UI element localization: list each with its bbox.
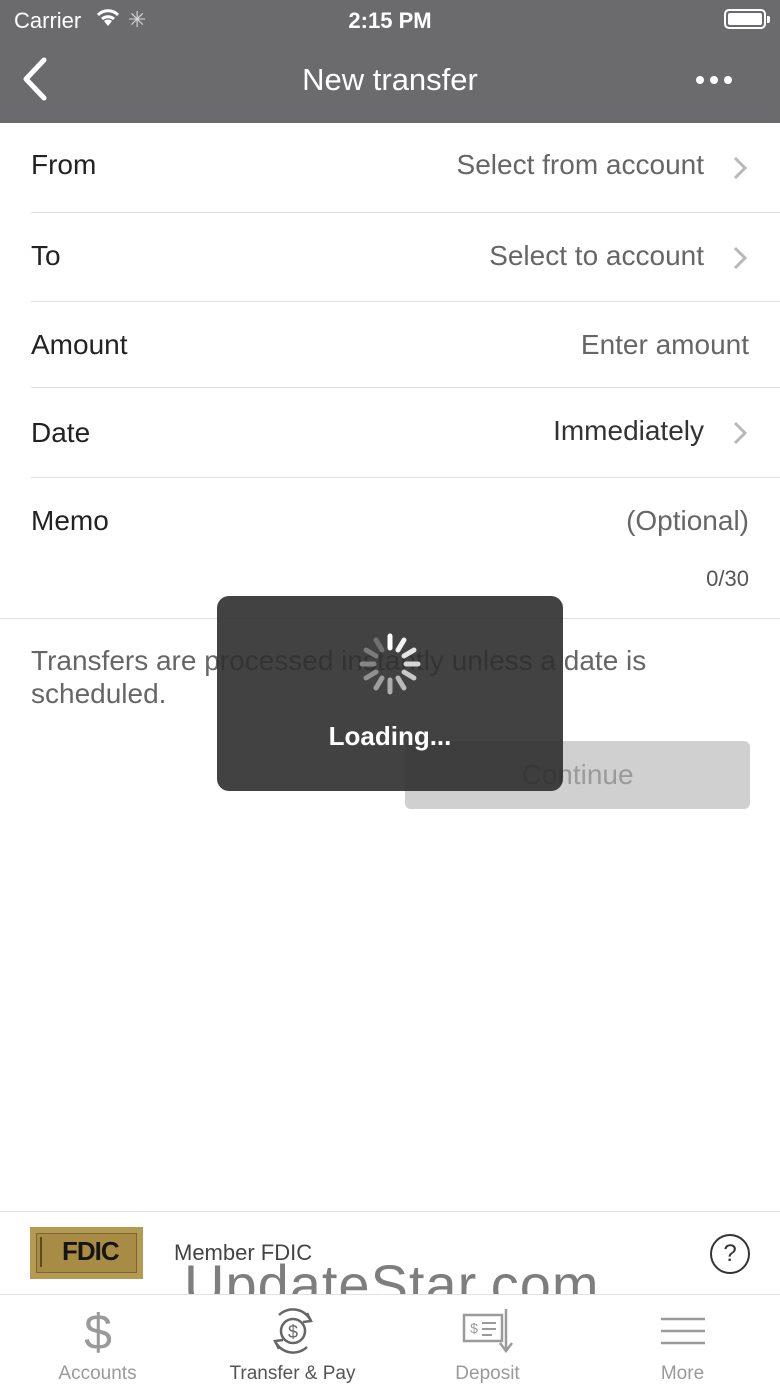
- loading-label: Loading...: [328, 721, 452, 751]
- help-icon[interactable]: ?: [710, 1234, 750, 1274]
- from-account-row[interactable]: From Select from account: [31, 123, 780, 213]
- battery-icon: [724, 9, 770, 29]
- tab-accounts[interactable]: $ Accounts: [0, 1295, 195, 1387]
- fdic-logo: FDIC: [30, 1227, 143, 1279]
- transfer-pay-icon: $: [272, 1308, 313, 1354]
- date-label: Date: [31, 417, 91, 448]
- dollar-icon: $: [84, 1305, 112, 1357]
- tab-transfer-pay[interactable]: $ Transfer & Pay: [195, 1295, 390, 1387]
- nav-bar: New transfer: [0, 40, 780, 123]
- tab-label: Deposit: [455, 1363, 520, 1384]
- tab-label: More: [660, 1363, 705, 1384]
- fdic-seal-icon: [40, 1237, 60, 1267]
- from-account-value: Select from account: [456, 149, 704, 180]
- memo-label: Memo: [31, 505, 109, 536]
- to-account-value: Select to account: [489, 240, 704, 271]
- chevron-right-icon: [733, 156, 748, 180]
- to-label: To: [31, 240, 61, 271]
- tab-bar: $ Accounts $ Transfer & Pay $ Deposit Mo…: [0, 1294, 780, 1387]
- svg-text:$: $: [84, 1305, 112, 1357]
- chevron-right-icon: [733, 421, 748, 445]
- status-time: 2:15 PM: [348, 8, 432, 33]
- svg-text:$: $: [287, 1322, 297, 1342]
- tab-label: Transfer & Pay: [229, 1363, 356, 1384]
- loading-overlay: Loading...: [217, 596, 563, 791]
- svg-text:$: $: [470, 1320, 478, 1336]
- chevron-right-icon: [733, 246, 748, 270]
- page-title: New transfer: [302, 62, 478, 97]
- more-options-icon[interactable]: [696, 66, 740, 92]
- loading-spinner-icon: [359, 633, 421, 695]
- menu-icon: [660, 1317, 705, 1345]
- amount-label: Amount: [31, 329, 128, 360]
- date-row[interactable]: Date Immediately: [31, 388, 780, 478]
- memo-input[interactable]: (Optional): [626, 505, 749, 537]
- amount-input[interactable]: Enter amount: [581, 329, 749, 361]
- from-label: From: [31, 149, 97, 180]
- to-account-row[interactable]: To Select to account: [31, 213, 780, 302]
- memo-char-count: 0/30: [706, 566, 749, 591]
- amount-row[interactable]: Amount Enter amount: [31, 302, 780, 388]
- fdic-logo-text: FDIC: [62, 1236, 120, 1266]
- date-value: Immediately: [553, 415, 704, 446]
- tab-deposit[interactable]: $ Deposit: [390, 1295, 585, 1387]
- tab-label: Accounts: [58, 1363, 137, 1384]
- tab-more[interactable]: More: [585, 1295, 780, 1387]
- status-bar: Carrier ✳ 2:15 PM: [0, 0, 780, 40]
- divider: [0, 1211, 780, 1212]
- deposit-check-icon: $: [462, 1309, 513, 1354]
